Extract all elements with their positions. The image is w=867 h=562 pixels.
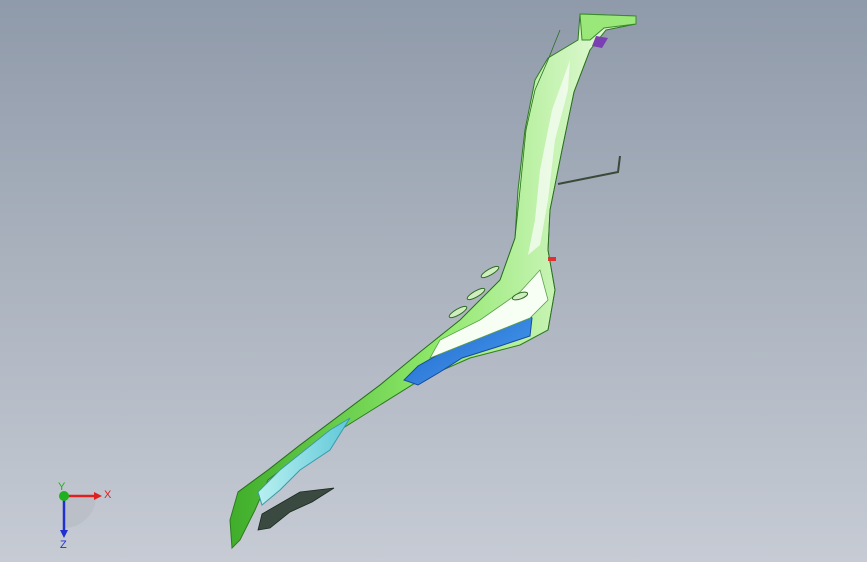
z-axis-label: Z: [60, 539, 67, 550]
red-accent: [548, 257, 556, 261]
triad-shade: [64, 496, 96, 528]
orientation-triad[interactable]: X Y Z: [44, 480, 124, 550]
z-axis-arrow: [60, 530, 68, 538]
3d-viewport[interactable]: X Y Z: [0, 0, 867, 562]
y-axis-label: Y: [58, 481, 66, 493]
wire-rod: [557, 155, 621, 185]
top-bracket: [579, 13, 637, 41]
x-axis-label: X: [104, 489, 112, 501]
cad-model[interactable]: [0, 0, 867, 562]
x-axis-arrow: [94, 492, 102, 500]
